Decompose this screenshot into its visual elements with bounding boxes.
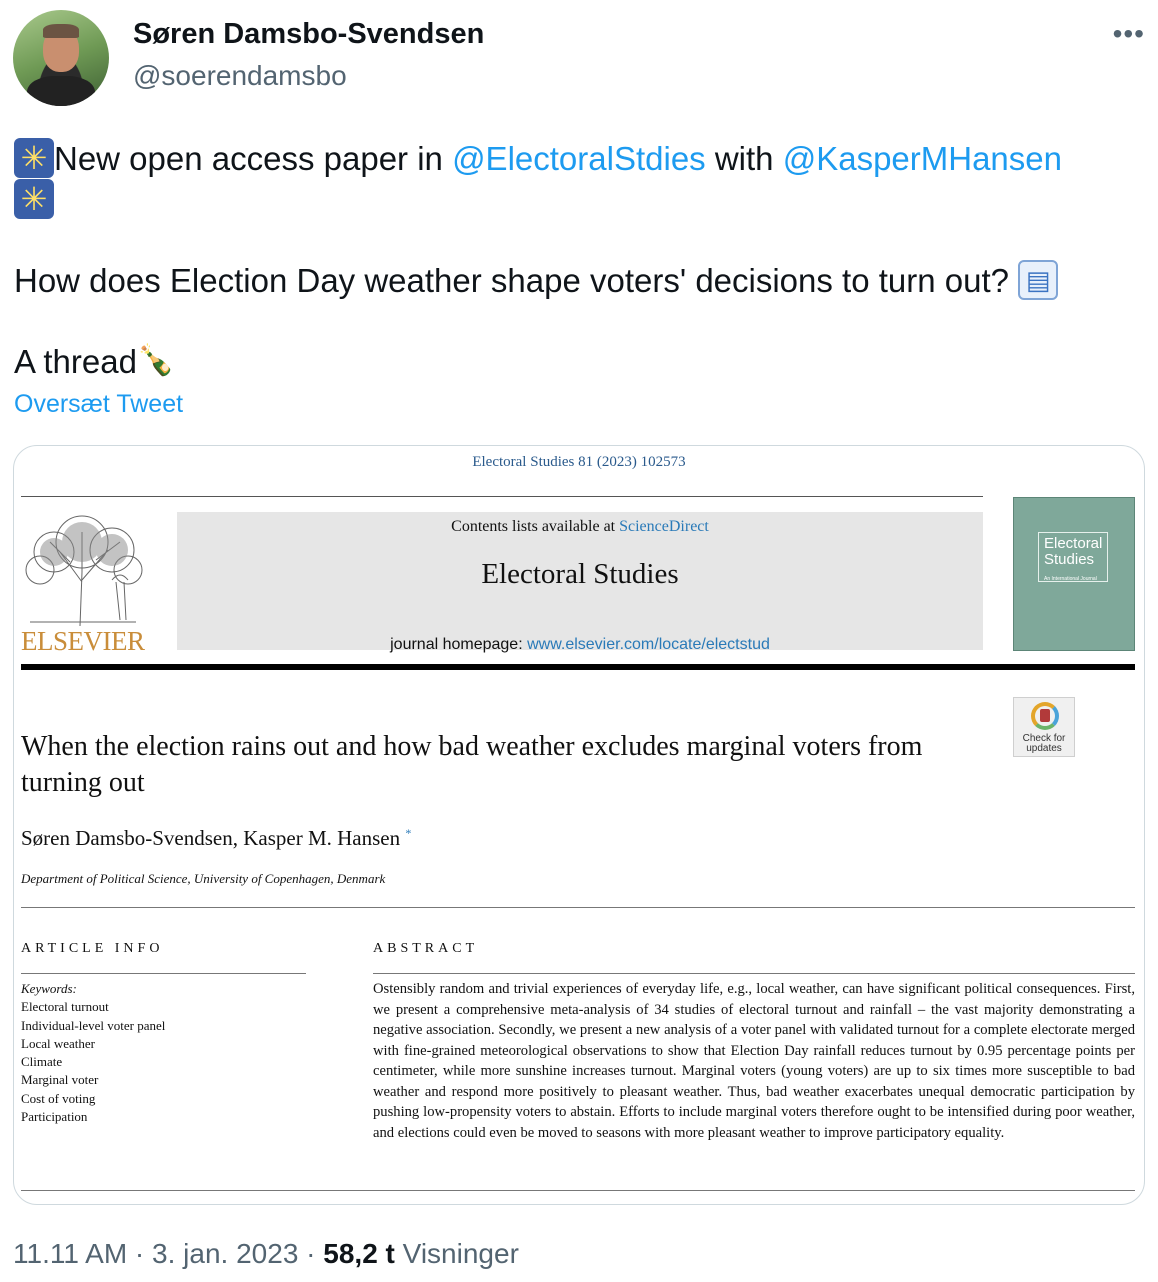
abstract-heading: ABSTRACT bbox=[373, 941, 479, 956]
journal-cover: Electoral Studies An International Journ… bbox=[1013, 497, 1135, 651]
journal-title: Electoral Studies bbox=[481, 558, 679, 590]
tweet-line-1b bbox=[14, 179, 1144, 220]
contents-line: Contents lists available at ScienceDirec… bbox=[177, 518, 983, 536]
elsevier-wordmark: ELSEVIER bbox=[21, 626, 145, 656]
thick-divider bbox=[21, 664, 1135, 670]
homepage-line: journal homepage: www.elsevier.com/locat… bbox=[177, 636, 983, 654]
corresponding-mark: * bbox=[405, 826, 412, 840]
keywords-list: Keywords: Electoral turnout Individual-l… bbox=[21, 980, 165, 1126]
avatar-hair bbox=[43, 24, 79, 38]
avatar-shirt bbox=[27, 76, 95, 106]
paper-image: Electoral Studies 81 (2023) 102573 ELSEV… bbox=[14, 446, 1144, 1204]
paper-title: When the election rains out and how bad … bbox=[21, 731, 923, 798]
avatar[interactable] bbox=[13, 10, 109, 106]
homepage-link: www.elsevier.com/locate/electstud bbox=[527, 636, 770, 653]
divider bbox=[21, 907, 1135, 908]
meta-separator: · bbox=[127, 1238, 153, 1269]
translate-tweet-link[interactable]: Oversæt Tweet bbox=[14, 390, 183, 419]
tweet-time[interactable]: 11.11 AM bbox=[13, 1238, 127, 1269]
author-handle[interactable]: @soerendamsbo bbox=[133, 60, 347, 92]
divider bbox=[21, 496, 983, 497]
keyword-item: Electoral turnout bbox=[21, 999, 109, 1015]
tweet-text-prefix: New open access paper in bbox=[54, 140, 453, 177]
paper-authors: Søren Damsbo-Svendsen, Kasper M. Hansen … bbox=[21, 826, 411, 851]
more-options-icon[interactable]: ••• bbox=[1113, 18, 1145, 50]
ballot-box-icon bbox=[1018, 260, 1059, 300]
image-card[interactable]: Electoral Studies 81 (2023) 102573 ELSEV… bbox=[13, 445, 1145, 1205]
tweet-line-3: A thread bbox=[14, 341, 1144, 382]
sparkler-icon bbox=[14, 179, 54, 219]
elsevier-tree-logo bbox=[25, 515, 143, 626]
keywords-label: Keywords: bbox=[21, 981, 77, 996]
divider bbox=[21, 973, 306, 974]
divider bbox=[373, 973, 1135, 974]
check-updates-icon bbox=[1031, 702, 1059, 730]
homepage-prefix: journal homepage: bbox=[390, 636, 528, 653]
keyword-item: Marginal voter bbox=[21, 1072, 99, 1088]
sparkler-icon bbox=[14, 138, 54, 178]
journal-reference: Electoral Studies 81 (2023) 102573 bbox=[472, 454, 686, 470]
champagne-bottle-icon bbox=[137, 341, 181, 381]
divider bbox=[21, 1190, 1135, 1191]
check-for-updates-badge: Check for updates bbox=[1013, 697, 1075, 757]
check-updates-label: Check for updates bbox=[1022, 733, 1066, 754]
cover-title: Electoral Studies bbox=[1044, 535, 1103, 568]
mention-kasper-hansen[interactable]: @KasperMHansen bbox=[783, 140, 1062, 177]
sciencedirect-link: ScienceDirect bbox=[619, 518, 709, 535]
authors-text: Søren Damsbo-Svendsen, Kasper M. Hansen bbox=[21, 826, 401, 850]
tweet-line-2: How does Election Day weather shape vote… bbox=[14, 260, 1144, 301]
keyword-item: Individual-level voter panel bbox=[21, 1017, 166, 1033]
journal-banner: Contents lists available at ScienceDirec… bbox=[177, 512, 983, 653]
tweet-line-1: New open access paper in @ElectoralStdie… bbox=[14, 138, 1144, 179]
views-label: Visninger bbox=[394, 1238, 519, 1269]
tweet-text-with: with bbox=[705, 140, 783, 177]
paper-affiliation: Department of Political Science, Univers… bbox=[21, 871, 386, 886]
tweet-header: Søren Damsbo-Svendsen @soerendamsbo ••• bbox=[13, 10, 1145, 106]
views-count: 58,2 t bbox=[323, 1238, 395, 1269]
keyword-item: Local weather bbox=[21, 1035, 95, 1051]
contents-prefix: Contents lists available at bbox=[451, 518, 620, 535]
tweet-question: How does Election Day weather shape vote… bbox=[14, 262, 1019, 299]
tweet-text: New open access paper in @ElectoralStdie… bbox=[14, 138, 1144, 382]
mention-electoral-studies[interactable]: @ElectoralStdies bbox=[452, 140, 706, 177]
tweet-date[interactable]: 3. jan. 2023 bbox=[152, 1238, 298, 1269]
article-info-heading: ARTICLE INFO bbox=[21, 941, 164, 956]
abstract-text: Ostensibly random and trivial experience… bbox=[373, 981, 1135, 1141]
tweet-metadata: 11.11 AM · 3. jan. 2023 · 58,2 t Visning… bbox=[13, 1238, 519, 1270]
keyword-item: Cost of voting bbox=[21, 1090, 96, 1106]
tweet-thread: A thread bbox=[14, 343, 137, 380]
author-name[interactable]: Søren Damsbo-Svendsen bbox=[133, 18, 484, 51]
keyword-item: Participation bbox=[21, 1109, 88, 1125]
cover-subtitle: An International Journal bbox=[1044, 576, 1097, 582]
keyword-item: Climate bbox=[21, 1054, 63, 1070]
meta-separator: · bbox=[298, 1238, 324, 1269]
